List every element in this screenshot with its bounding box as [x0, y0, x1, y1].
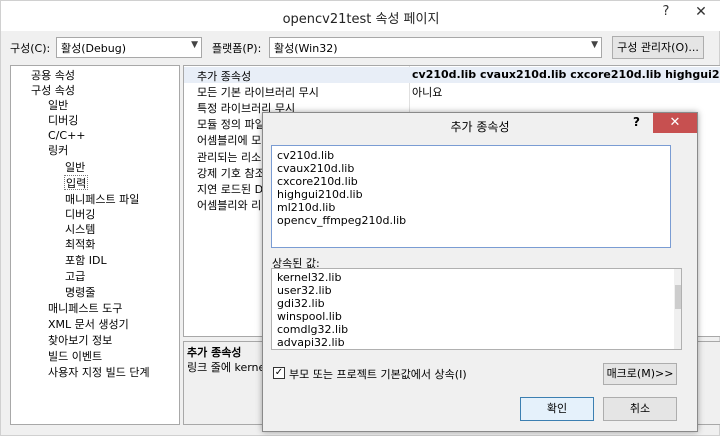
help-icon[interactable]: ? — [656, 4, 676, 24]
property-value: cv210d.lib cvaux210d.lib cxcore210d.lib … — [412, 68, 720, 81]
description-title: 추가 종속성 — [187, 346, 242, 359]
tree-item-general[interactable]: 일반 — [48, 98, 68, 113]
help-icon[interactable]: ? — [633, 115, 647, 129]
property-name: 관리되는 리소 — [197, 151, 262, 164]
tree-item-xml-doc-generator[interactable]: XML 문서 생성기 — [48, 317, 129, 332]
config-manager-button[interactable]: 구성 관리자(O)... — [612, 36, 704, 59]
macro-button[interactable]: 매크로(M)>> — [603, 363, 677, 385]
property-name: 강제 기호 참조 — [197, 167, 265, 180]
tree-item-browse-info[interactable]: 찾아보기 정보 — [48, 333, 112, 348]
dependencies-list: cv210d.lib cvaux210d.lib cxcore210d.lib … — [277, 149, 406, 227]
tree-item-command-line[interactable]: 명령줄 — [65, 285, 95, 300]
list-item: user32.lib — [277, 284, 332, 297]
description-text: 링크 줄에 kernel — [187, 361, 269, 374]
close-icon[interactable]: ✕ — [653, 113, 697, 133]
dependencies-textarea[interactable]: cv210d.lib cvaux210d.lib cxcore210d.lib … — [271, 145, 671, 248]
platform-select-value: 활성(Win32) — [274, 42, 338, 55]
vertical-scrollbar[interactable] — [674, 269, 681, 349]
tree-item-manifest-file[interactable]: 매니페스트 파일 — [65, 192, 139, 207]
property-name: 어셈블리와 리 — [197, 199, 262, 212]
tree-item-system[interactable]: 시스템 — [65, 222, 95, 237]
list-item: comdlg32.lib — [277, 323, 349, 336]
property-value: 아니요 — [412, 86, 443, 99]
tree-item-optimization[interactable]: 최적화 — [65, 237, 95, 252]
list-item: cvaux210d.lib — [277, 162, 355, 175]
ok-button[interactable]: 확인 — [520, 397, 594, 421]
property-name: 지연 로드된 D — [197, 183, 264, 196]
tree-item-common-properties[interactable]: 공용 속성 — [31, 68, 75, 83]
tree-item-configuration-properties[interactable]: 구성 속성 — [31, 83, 75, 98]
list-item: gdi32.lib — [277, 297, 325, 310]
table-row[interactable]: 모든 기본 라이브러리 무시 아니요 — [184, 83, 720, 99]
list-item: ml210d.lib — [277, 201, 336, 214]
property-name: 어셈블리에 모 — [197, 134, 262, 147]
list-item: opencv_ffmpeg210d.lib — [277, 214, 407, 227]
tree-item-linker-debugging[interactable]: 디버깅 — [65, 207, 95, 222]
property-name: 추가 종속성 — [197, 70, 252, 83]
config-select[interactable]: 활성(Debug) ▼ — [56, 37, 202, 58]
tree-item-advanced[interactable]: 고급 — [65, 269, 85, 284]
list-item: cxcore210d.lib — [277, 175, 358, 188]
dialog-title-bar: 추가 종속성 ? ✕ — [263, 113, 697, 137]
tree-item-linker-input[interactable]: 입력 — [64, 175, 89, 190]
scrollbar-thumb[interactable] — [675, 285, 681, 309]
list-item: highgui210d.lib — [277, 188, 363, 201]
platform-select[interactable]: 활성(Win32) ▼ — [269, 37, 602, 58]
cancel-button[interactable]: 취소 — [603, 397, 677, 421]
tree-item-c-cpp[interactable]: C/C++ — [48, 128, 86, 143]
inherited-values-content: kernel32.lib user32.lib gdi32.lib winspo… — [277, 271, 348, 349]
inherit-checkbox-label[interactable]: 부모 또는 프로젝트 기본값에서 상속(I) — [289, 366, 467, 382]
inherited-values-list[interactable]: kernel32.lib user32.lib gdi32.lib winspo… — [271, 268, 682, 350]
settings-tree[interactable]: 공용 속성 구성 속성 일반 디버깅 C/C++ 링커 일반 입력 매니페스트 … — [10, 65, 180, 425]
list-item: advapi32.lib — [277, 336, 345, 349]
platform-label: 플랫폼(P): — [212, 42, 262, 55]
tree-item-linker[interactable]: 링커 — [48, 143, 68, 158]
tree-item-embedded-idl[interactable]: 포함 IDL — [65, 253, 107, 268]
tree-item-debugging[interactable]: 디버깅 — [48, 113, 78, 128]
tree-item-build-events[interactable]: 빌드 이벤트 — [48, 349, 102, 364]
close-icon[interactable]: ✕ — [681, 1, 720, 23]
inherit-checkbox[interactable]: ✓ — [273, 367, 285, 379]
config-select-value: 활성(Debug) — [61, 42, 126, 55]
config-label: 구성(C): — [10, 42, 51, 55]
chevron-down-icon: ▼ — [591, 40, 598, 50]
property-name: 모듈 정의 파일 — [197, 118, 265, 131]
tree-item-custom-build-step[interactable]: 사용자 지정 빌드 단계 — [48, 365, 150, 380]
list-item: kernel32.lib — [277, 271, 342, 284]
tree-item-linker-general[interactable]: 일반 — [65, 160, 85, 175]
list-item: cv210d.lib — [277, 149, 335, 162]
property-name: 모든 기본 라이브러리 무시 — [197, 86, 319, 99]
tree-item-manifest-tool[interactable]: 매니페스트 도구 — [48, 301, 122, 316]
dialog-title: 추가 종속성 — [450, 120, 510, 134]
list-item: winspool.lib — [277, 310, 342, 323]
additional-dependencies-dialog: 추가 종속성 ? ✕ cv210d.lib cvaux210d.lib cxco… — [262, 112, 698, 432]
title-bar: opencv21test 속성 페이지 ? ✕ — [1, 1, 720, 31]
table-row[interactable]: 추가 종속성 cv210d.lib cvaux210d.lib cxcore21… — [184, 67, 720, 83]
chevron-down-icon: ▼ — [191, 40, 198, 50]
window-title: opencv21test 속성 페이지 — [282, 12, 440, 27]
